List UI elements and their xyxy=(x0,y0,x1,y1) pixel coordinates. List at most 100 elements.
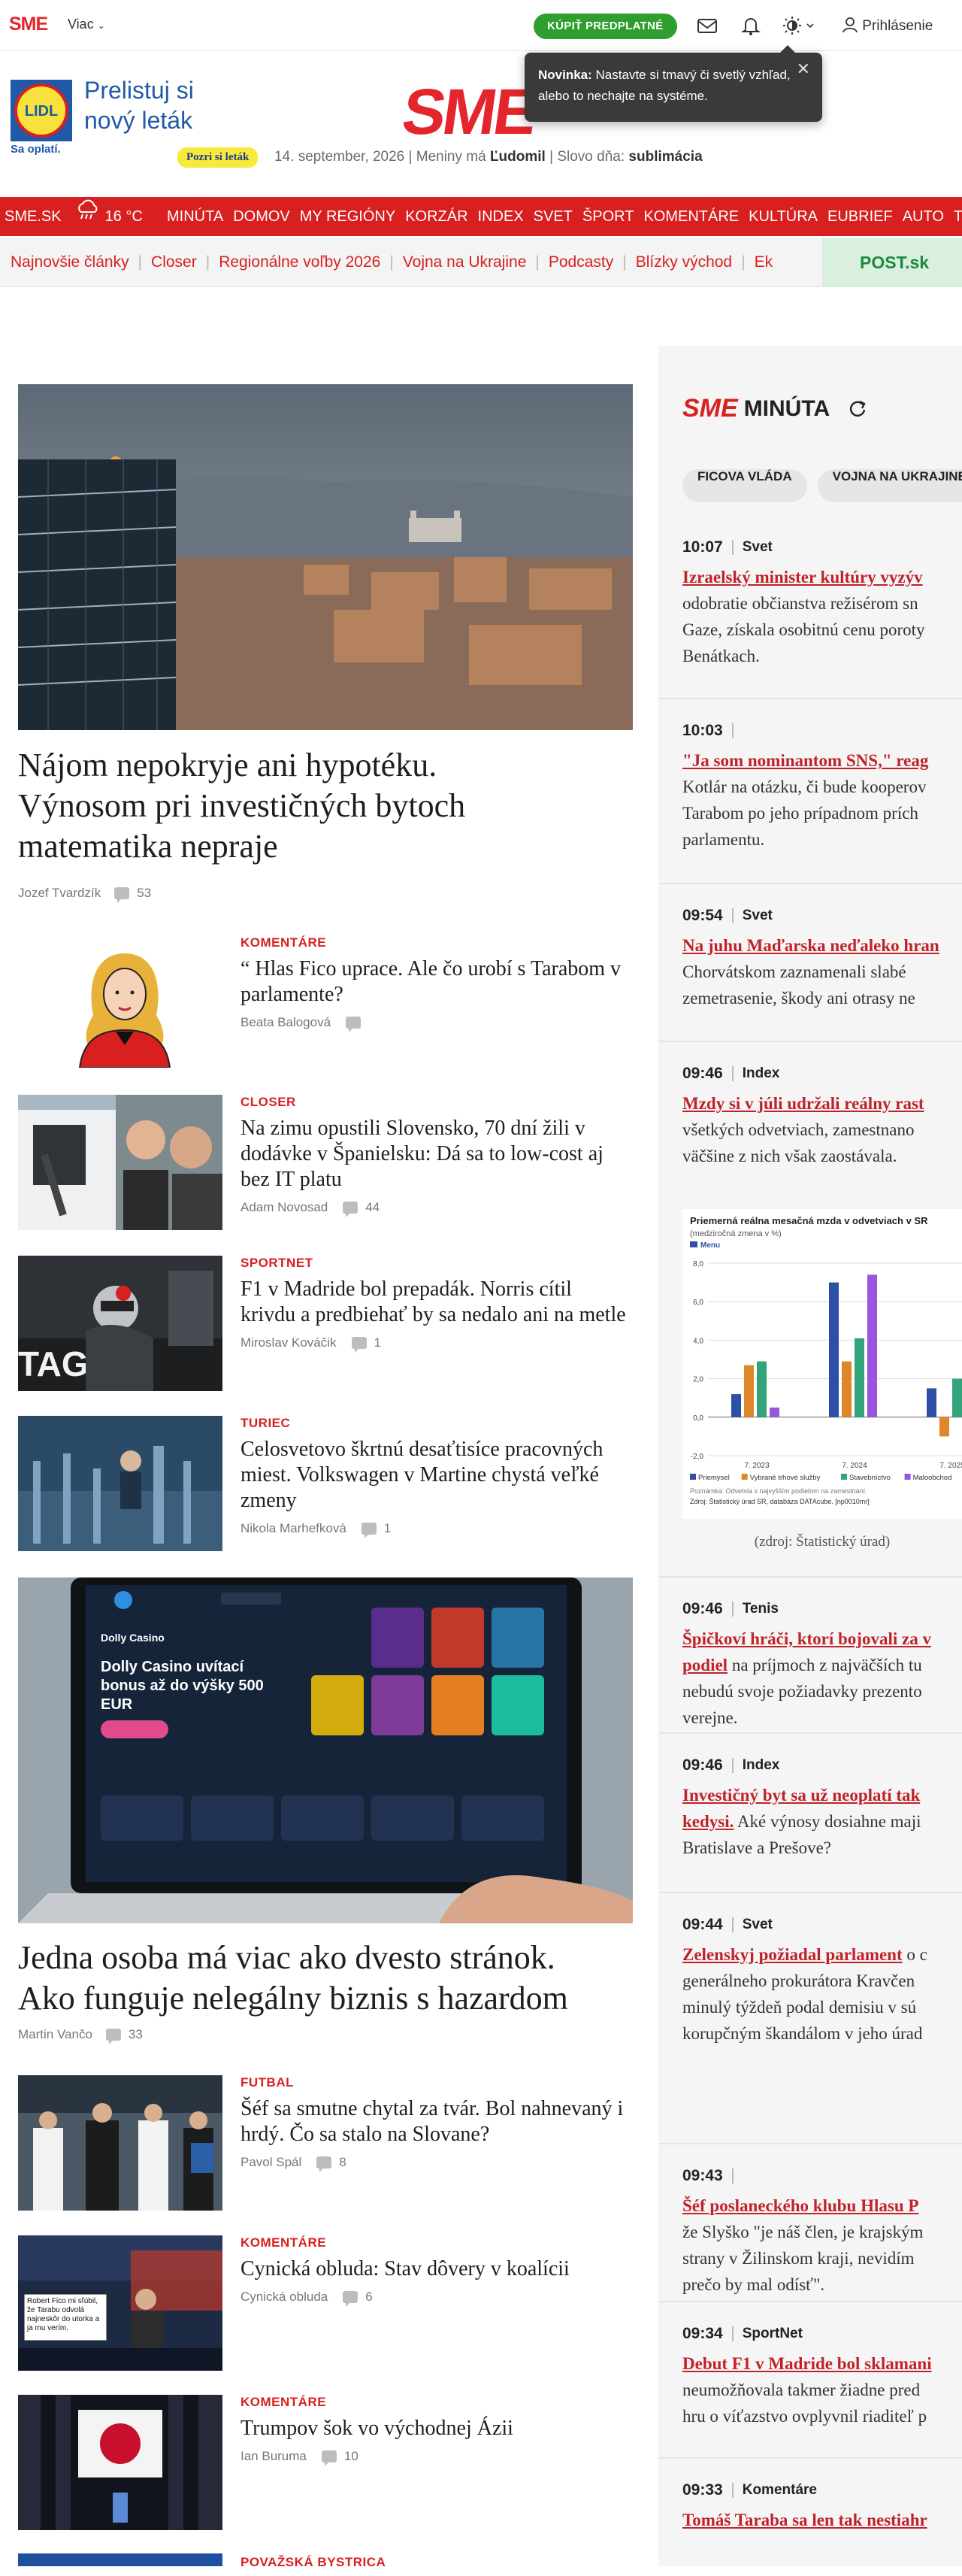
minuta-link[interactable]: podiel xyxy=(682,1656,728,1674)
chart-bar[interactable] xyxy=(829,1282,839,1417)
minuta-section[interactable]: Tenis xyxy=(743,1601,779,1617)
filter-pill[interactable]: VOJNA NA UKRAJINE xyxy=(817,469,962,502)
article-category[interactable]: SPORTNET xyxy=(240,1256,631,1271)
chart-bar[interactable] xyxy=(770,1408,779,1417)
mail-icon[interactable] xyxy=(696,15,718,36)
nav-brand[interactable]: SME.SK xyxy=(5,197,62,236)
chart-bar[interactable] xyxy=(855,1338,864,1417)
article-title[interactable]: Šéf sa smutne chytal za tvár. Bol nahnev… xyxy=(240,2096,631,2147)
minuta-link[interactable]: Špičkoví hráči, ktorí bojovali za v xyxy=(682,1629,931,1648)
minuta-section[interactable]: Index xyxy=(743,1757,780,1774)
minuta-section[interactable]: Svet xyxy=(743,908,773,924)
minuta-link[interactable]: Debut F1 v Madride bol sklamani xyxy=(682,2354,932,2373)
minuta-item[interactable]: 10:03 "Ja som nominantom SNS," reag Kotlár… xyxy=(682,722,962,853)
author[interactable]: Adam Novosad xyxy=(240,1200,328,1215)
legend-item[interactable]: Vybrané trhové služby xyxy=(750,1474,821,1482)
author[interactable]: Pavol Spál xyxy=(240,2155,301,2170)
lead2-title[interactable]: Jedna osoba má viac ako dvesto stránok. … xyxy=(18,1938,633,2019)
chart-bar[interactable] xyxy=(842,1361,852,1417)
comment-count[interactable]: 33 xyxy=(129,2027,143,2042)
nav-item[interactable]: ŠPORT xyxy=(582,197,634,236)
sme-logo-small[interactable]: SME xyxy=(9,14,48,35)
chart-bar[interactable] xyxy=(939,1417,949,1437)
weather[interactable]: 16 °C xyxy=(75,197,143,236)
article-category[interactable]: KOMENTÁRE xyxy=(240,935,631,950)
article-thumb-cartoon[interactable]: Robert Fico mi sľúbil, že Tarabu odvolá … xyxy=(18,2235,222,2371)
login-link[interactable]: Prihlásenie xyxy=(842,17,933,35)
article-category[interactable]: POVAŽSKÁ BYSTRICA xyxy=(240,2555,631,2570)
minuta-link[interactable]: Šéf poslaneckého klubu Hlasu P xyxy=(682,2196,918,2215)
nav-item[interactable]: KULTÚRA xyxy=(749,197,818,236)
article-category[interactable]: KOMENTÁRE xyxy=(240,2235,631,2250)
author[interactable]: Ian Buruma xyxy=(240,2449,307,2464)
article-card[interactable]: FUTBAL Šéf sa smutne chytal za tvár. Bol… xyxy=(240,2075,631,2172)
ad-title[interactable]: Prelistuj si nový leták xyxy=(84,75,194,135)
minuta-section[interactable]: Svet xyxy=(743,539,773,556)
article-card[interactable]: CLOSER Na zimu opustili Slovensko, 70 dn… xyxy=(240,1095,631,1217)
nav-item[interactable]: EUBRIEF xyxy=(827,197,893,236)
minuta-section[interactable]: Svet xyxy=(743,1917,773,1933)
author[interactable]: Beata Balogová xyxy=(240,1015,331,1030)
author[interactable]: Jozef Tvardzík xyxy=(18,886,101,901)
article-card[interactable]: KOMENTÁRE Trumpov šok vo východnej Ázii … xyxy=(240,2395,631,2466)
lead2-image-laptop[interactable]: Dolly Casino Dolly Casino uvítací bonus … xyxy=(18,1577,633,1923)
minuta-link[interactable]: kedysi. xyxy=(682,1812,734,1831)
minuta-header[interactable]: SME MINÚTA xyxy=(682,394,869,423)
theme-toggle-icon[interactable] xyxy=(782,15,816,36)
subnav-item[interactable]: Podcasty xyxy=(549,253,613,271)
article-thumb-factory[interactable] xyxy=(18,1416,222,1551)
article-title[interactable]: Celosvetovo škrtnú desaťtisíce pracovnýc… xyxy=(240,1437,631,1514)
article-title[interactable]: “ Hlas Fico uprace. Ale čo urobí s Tarab… xyxy=(240,956,631,1008)
minuta-link[interactable]: Tomáš Taraba sa len tak nestiahr xyxy=(682,2511,927,2529)
legend-item[interactable]: Stavebníctvo xyxy=(849,1474,891,1482)
menu-icon[interactable] xyxy=(690,1241,697,1247)
minuta-item[interactable]: 09:46 Index Investičný byt sa už neoplatí … xyxy=(682,1756,962,1861)
more-menu[interactable]: Viac ⌄ xyxy=(68,17,105,32)
comment-count[interactable]: 10 xyxy=(344,2449,358,2464)
minuta-link[interactable]: "Ja som nominantom SNS," reag xyxy=(682,751,928,770)
nav-item[interactable]: TE xyxy=(954,197,962,236)
nav-item[interactable]: KORZÁR xyxy=(405,197,467,236)
minuta-section[interactable]: Index xyxy=(743,1065,780,1082)
minuta-link[interactable]: Zelenskyj požiadal parlament xyxy=(682,1945,903,1964)
author-portrait[interactable] xyxy=(57,932,192,1068)
chart-bar[interactable] xyxy=(731,1394,741,1417)
wage-chart[interactable]: Priemerná reálna mesačná mzda v odvetvia… xyxy=(682,1209,962,1519)
refresh-icon[interactable] xyxy=(846,398,869,420)
minuta-item[interactable]: 09:54 Svet Na juhu Maďarska neďaleko hran C… xyxy=(682,907,962,1011)
article-title[interactable]: Trumpov šok vo východnej Ázii xyxy=(240,2416,631,2441)
minuta-item[interactable]: 09:33 Komentáre Tomáš Taraba sa len tak ne… xyxy=(682,2481,962,2533)
nav-item[interactable]: MINÚTA xyxy=(167,197,223,236)
minuta-item[interactable]: 09:43 Šéf poslaneckého klubu Hlasu P že Sl… xyxy=(682,2167,962,2298)
article-card[interactable]: SPORTNET F1 v Madride bol prepadák. Norr… xyxy=(240,1256,631,1353)
comment-count[interactable]: 8 xyxy=(339,2155,346,2170)
article-title[interactable]: Cynická obluda: Stav dôvery v koalícii xyxy=(240,2256,631,2282)
nav-item[interactable]: MY REGIÓNY xyxy=(300,197,395,236)
comment-icon[interactable] xyxy=(346,1017,362,1032)
nav-item[interactable]: INDEX xyxy=(478,197,524,236)
comment-count[interactable]: 53 xyxy=(137,886,151,901)
sme-logo[interactable]: SME xyxy=(398,75,539,150)
chart-menu[interactable]: Menu xyxy=(700,1241,720,1250)
subnav-item[interactable]: Vojna na Ukrajine xyxy=(403,253,527,271)
chart-bar[interactable] xyxy=(927,1388,936,1417)
filter-pill[interactable]: FICOVA VLÁDA xyxy=(682,469,807,502)
comment-count[interactable]: 44 xyxy=(365,1200,380,1215)
comment-count[interactable]: 1 xyxy=(374,1335,381,1350)
close-icon[interactable]: ✕ xyxy=(797,59,810,80)
article-category[interactable]: TURIEC xyxy=(240,1416,631,1431)
minuta-item[interactable]: 10:07 Svet Izraelský minister kultúry vyzý… xyxy=(682,538,962,669)
chart-bar[interactable] xyxy=(952,1378,962,1417)
author[interactable]: Martin Vančo xyxy=(18,2027,92,2042)
article-category[interactable]: FUTBAL xyxy=(240,2075,631,2090)
ad-button[interactable]: Pozri si leták xyxy=(177,147,259,168)
subnav-item[interactable]: Blízky východ xyxy=(636,253,732,271)
minuta-item[interactable]: 09:44 Svet Zelenskyj požiadal parlament o … xyxy=(682,1916,962,2047)
article-title[interactable]: F1 v Madride bol prepadák. Norris cítil … xyxy=(240,1277,631,1328)
author[interactable]: Nikola Marhefková xyxy=(240,1521,346,1536)
nav-item[interactable]: AUTO xyxy=(903,197,944,236)
article-card[interactable]: KOMENTÁRE “ Hlas Fico uprace. Ale čo uro… xyxy=(240,935,631,1032)
article-thumb-van[interactable] xyxy=(18,1095,222,1230)
subnav-item[interactable]: Ek xyxy=(755,253,773,271)
comment-count[interactable]: 1 xyxy=(384,1521,391,1536)
